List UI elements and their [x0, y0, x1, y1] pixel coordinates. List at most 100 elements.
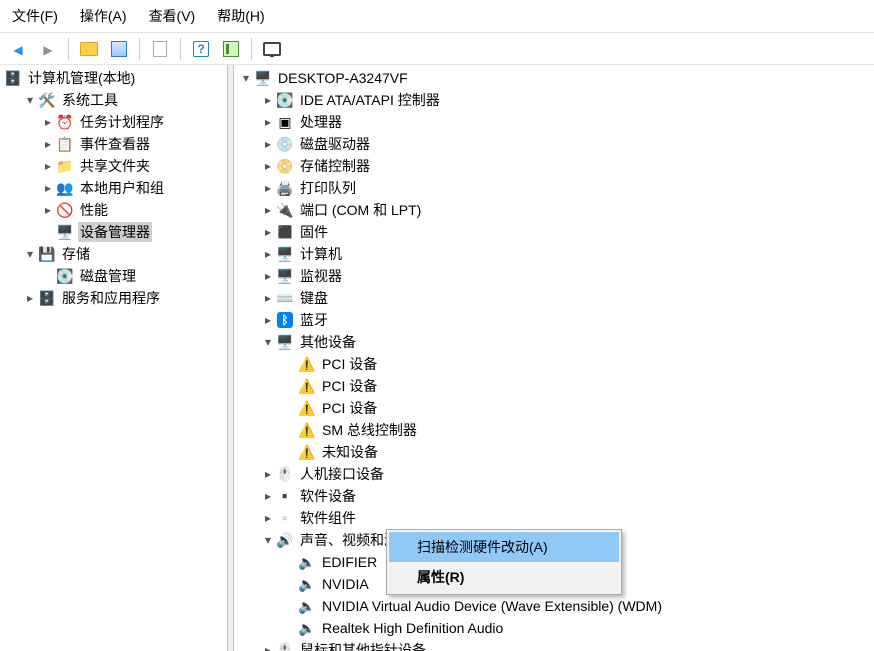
tree-item-device-manager[interactable]: 设备管理器	[36, 221, 227, 243]
menu-action[interactable]: 操作(A)	[76, 4, 131, 28]
device-category-bluetooth[interactable]: 蓝牙	[256, 309, 874, 331]
device-manager-icon	[56, 223, 74, 241]
device-item-unknown[interactable]: 未知设备	[278, 441, 874, 463]
properties-button[interactable]	[148, 37, 172, 61]
tree-item-shared-folders[interactable]: 共享文件夹	[36, 155, 227, 177]
bluetooth-icon	[276, 311, 294, 329]
services-icon	[38, 289, 56, 307]
chevron-right-icon[interactable]	[260, 181, 276, 195]
up-button[interactable]	[77, 37, 101, 61]
chevron-right-icon[interactable]	[260, 643, 276, 651]
back-button[interactable]	[6, 37, 30, 61]
device-label: 鼠标和其他指针设备	[298, 640, 428, 651]
toolbar-separator	[68, 38, 69, 60]
device-label: NVIDIA	[320, 576, 371, 592]
view-button[interactable]	[219, 37, 243, 61]
chevron-right-icon[interactable]	[260, 511, 276, 525]
device-category-ide[interactable]: IDE ATA/ATAPI 控制器	[256, 89, 874, 111]
cpu-icon	[276, 113, 294, 131]
context-menu-properties[interactable]: 属性(R)	[389, 562, 619, 592]
tree-item-system-tools[interactable]: 系统工具	[18, 89, 227, 111]
chevron-right-icon[interactable]	[260, 313, 276, 327]
show-hide-tree-button[interactable]	[107, 37, 131, 61]
menu-view[interactable]: 查看(V)	[145, 4, 200, 28]
device-category-print-queues[interactable]: 打印队列	[256, 177, 874, 199]
device-label: 打印队列	[298, 178, 358, 198]
menu-file[interactable]: 文件(F)	[8, 4, 62, 28]
chevron-down-icon[interactable]	[238, 71, 254, 85]
device-category-keyboards[interactable]: 键盘	[256, 287, 874, 309]
chevron-right-icon[interactable]	[260, 93, 276, 107]
page-icon	[153, 41, 167, 57]
chevron-right-icon[interactable]	[22, 291, 38, 305]
warning-icon	[298, 443, 316, 461]
device-label: 处理器	[298, 112, 344, 132]
chevron-right-icon[interactable]	[260, 489, 276, 503]
device-root-computer[interactable]: DESKTOP-A3247VF	[234, 67, 874, 89]
event-icon	[56, 135, 74, 153]
device-category-hid[interactable]: 人机接口设备	[256, 463, 874, 485]
device-category-disk-drives[interactable]: 磁盘驱动器	[256, 133, 874, 155]
device-item-pci-1[interactable]: PCI 设备	[278, 353, 874, 375]
monitor-button[interactable]	[260, 37, 284, 61]
chevron-right-icon[interactable]	[260, 247, 276, 261]
chevron-right-icon[interactable]	[40, 181, 56, 195]
help-button[interactable]: ?	[189, 37, 213, 61]
toolbar-separator	[180, 38, 181, 60]
device-category-mouse[interactable]: 鼠标和其他指针设备	[256, 639, 874, 651]
device-item-pci-2[interactable]: PCI 设备	[278, 375, 874, 397]
tree-root-computer-management[interactable]: 计算机管理(本地)	[0, 67, 227, 89]
disk-icon	[56, 267, 74, 285]
device-category-firmware[interactable]: 固件	[256, 221, 874, 243]
device-category-cpu[interactable]: 处理器	[256, 111, 874, 133]
device-label: NVIDIA Virtual Audio Device (Wave Extens…	[320, 598, 664, 614]
other-devices-icon	[276, 333, 294, 351]
chevron-down-icon[interactable]	[22, 247, 38, 261]
warning-icon	[298, 377, 316, 395]
tree-item-performance[interactable]: 性能	[36, 199, 227, 221]
chevron-down-icon[interactable]	[260, 533, 276, 547]
tree-item-event-viewer[interactable]: 事件查看器	[36, 133, 227, 155]
device-category-software-components[interactable]: 软件组件	[256, 507, 874, 529]
chevron-right-icon[interactable]	[40, 203, 56, 217]
context-menu: 扫描检测硬件改动(A) 属性(R)	[386, 529, 622, 595]
chevron-right-icon[interactable]	[260, 137, 276, 151]
toolbar: ?	[0, 33, 874, 65]
chevron-right-icon[interactable]	[260, 225, 276, 239]
device-category-ports[interactable]: 端口 (COM 和 LPT)	[256, 199, 874, 221]
chevron-right-icon[interactable]	[260, 159, 276, 173]
speaker-icon	[298, 597, 316, 615]
device-category-monitors[interactable]: 监视器	[256, 265, 874, 287]
device-category-storage-controllers[interactable]: 存储控制器	[256, 155, 874, 177]
toolbar-separator	[139, 38, 140, 60]
chevron-right-icon[interactable]	[40, 115, 56, 129]
device-item-pci-3[interactable]: PCI 设备	[278, 397, 874, 419]
device-label: PCI 设备	[320, 376, 379, 396]
chevron-right-icon[interactable]	[260, 467, 276, 481]
chevron-right-icon[interactable]	[40, 159, 56, 173]
chevron-right-icon[interactable]	[260, 291, 276, 305]
tree-label: 存储	[60, 244, 92, 264]
tree-item-storage[interactable]: 存储	[18, 243, 227, 265]
chevron-right-icon[interactable]	[260, 269, 276, 283]
chevron-down-icon[interactable]	[260, 335, 276, 349]
chevron-right-icon[interactable]	[260, 115, 276, 129]
tree-item-services-apps[interactable]: 服务和应用程序	[18, 287, 227, 309]
device-item-realtek[interactable]: Realtek High Definition Audio	[278, 617, 874, 639]
forward-button[interactable]	[36, 37, 60, 61]
tree-item-task-scheduler[interactable]: 任务计划程序	[36, 111, 227, 133]
context-menu-scan-hardware[interactable]: 扫描检测硬件改动(A)	[389, 532, 619, 562]
device-item-nvidia-wave[interactable]: NVIDIA Virtual Audio Device (Wave Extens…	[278, 595, 874, 617]
device-category-other-devices[interactable]: 其他设备	[256, 331, 874, 353]
tree-item-local-users[interactable]: 本地用户和组	[36, 177, 227, 199]
device-item-sm-bus[interactable]: SM 总线控制器	[278, 419, 874, 441]
chevron-down-icon[interactable]	[22, 93, 38, 107]
device-category-software-devices[interactable]: 软件设备	[256, 485, 874, 507]
monitor-icon	[263, 42, 281, 56]
device-category-computers[interactable]: 计算机	[256, 243, 874, 265]
warning-icon	[298, 399, 316, 417]
tree-item-disk-management[interactable]: 磁盘管理	[36, 265, 227, 287]
menu-help[interactable]: 帮助(H)	[213, 4, 268, 28]
chevron-right-icon[interactable]	[260, 203, 276, 217]
chevron-right-icon[interactable]	[40, 137, 56, 151]
